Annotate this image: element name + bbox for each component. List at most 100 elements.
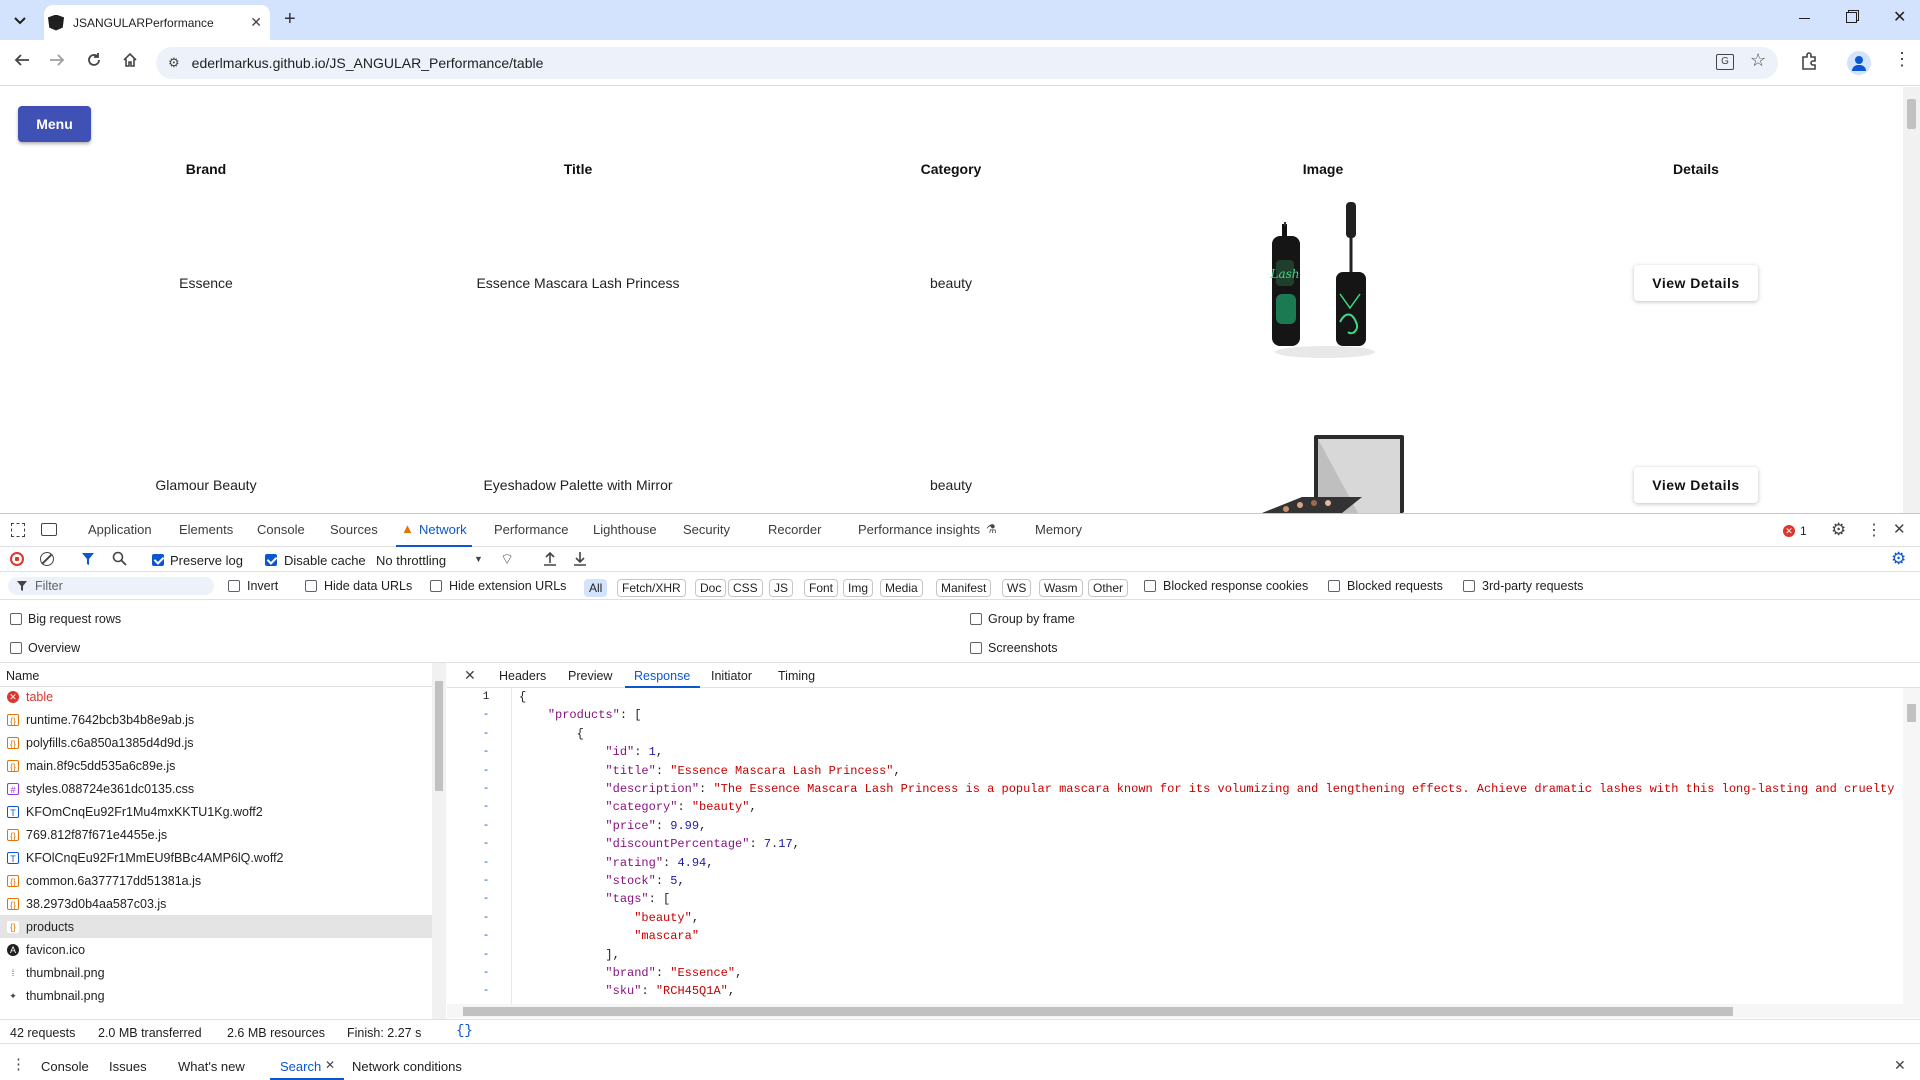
request-row[interactable]: ✦ thumbnail.png [0, 984, 432, 1007]
device-toolbar-icon[interactable] [41, 523, 57, 536]
tab-search-icon[interactable] [8, 9, 32, 33]
blocked-cookies-checkbox[interactable] [1144, 580, 1156, 592]
network-conditions-icon[interactable]: ⌔ [500, 550, 514, 569]
drawer-tab-search[interactable]: Search [280, 1059, 321, 1074]
request-row[interactable]: # styles.088724e361dc0135.css [0, 777, 432, 800]
tab-elements[interactable]: Elements [179, 522, 233, 537]
tab-sources[interactable]: Sources [330, 522, 378, 537]
tab-performance[interactable]: Performance [494, 522, 568, 537]
code-vscroll-thumb[interactable] [1907, 704, 1916, 722]
tab-recorder[interactable]: Recorder [768, 522, 821, 537]
request-row[interactable]: {} polyfills.c6a850a1385d4d9d.js [0, 731, 432, 754]
tab-console[interactable]: Console [257, 522, 305, 537]
filter-type-doc[interactable]: Doc [695, 579, 727, 597]
tab-memory[interactable]: Memory [1035, 522, 1082, 537]
clear-icon[interactable] [40, 552, 54, 566]
tab-network[interactable]: Network [419, 522, 467, 537]
site-info-icon[interactable]: ⚙ [168, 55, 180, 71]
close-detail-icon[interactable]: ✕ [464, 667, 476, 684]
drawer-close-icon[interactable]: ✕ [1894, 1057, 1906, 1074]
browser-menu-icon[interactable]: ⋮ [1893, 50, 1911, 68]
big-request-rows-checkbox[interactable] [10, 613, 22, 625]
code-horizontal-scrollbar[interactable] [447, 1004, 1903, 1018]
filter-input[interactable]: Filter [8, 577, 214, 595]
reload-icon[interactable] [86, 52, 102, 68]
inspect-element-icon[interactable] [11, 523, 25, 537]
minimize-icon[interactable] [1799, 18, 1810, 19]
filter-type-all[interactable]: All [584, 579, 608, 597]
error-count[interactable]: 1 [1800, 524, 1807, 538]
page-scrollbar[interactable] [1903, 87, 1920, 513]
forward-icon[interactable] [49, 52, 65, 68]
request-row[interactable]: ✕ table [0, 685, 432, 708]
translate-icon[interactable]: G [1716, 54, 1734, 70]
overview-checkbox[interactable] [10, 642, 22, 654]
request-row[interactable]: T KFOlCnqEu92Fr1MmEU9fBBc4AMP6lQ.woff2 [0, 846, 432, 869]
request-row[interactable]: {} main.8f9c5dd535a6c89e.js [0, 754, 432, 777]
filter-type-js[interactable]: JS [769, 579, 794, 597]
drawer-search-close-icon[interactable]: ✕ [325, 1058, 335, 1072]
error-icon[interactable]: ✕ [1783, 525, 1795, 537]
tab-application[interactable]: Application [88, 522, 152, 537]
request-row[interactable]: Afavicon.ico [0, 938, 432, 961]
disable-cache-checkbox[interactable] [265, 554, 277, 566]
page-scroll-thumb[interactable] [1907, 99, 1916, 129]
home-icon[interactable] [122, 52, 138, 68]
tab-lighthouse[interactable]: Lighthouse [593, 522, 657, 537]
extensions-icon[interactable] [1800, 52, 1818, 70]
screenshots-checkbox[interactable] [970, 642, 982, 654]
new-tab-icon[interactable]: + [284, 8, 296, 31]
detail-tab-initiator[interactable]: Initiator [711, 669, 752, 683]
code-vertical-scrollbar[interactable] [1903, 688, 1920, 1018]
drawer-tab-issues[interactable]: Issues [109, 1059, 147, 1074]
filter-funnel-icon[interactable] [81, 552, 95, 566]
back-icon[interactable] [14, 52, 30, 68]
throttling-dropdown-icon[interactable]: ▼ [474, 554, 483, 564]
preserve-log-checkbox[interactable] [152, 554, 164, 566]
tab-close-icon[interactable]: ✕ [250, 14, 262, 31]
devtools-more-icon[interactable]: ⋮ [1866, 520, 1882, 540]
export-har-icon[interactable] [573, 551, 587, 566]
search-icon[interactable] [112, 551, 127, 566]
browser-tab[interactable]: JSANGULARPerformance ✕ [44, 5, 270, 40]
filter-type-ws[interactable]: WS [1002, 579, 1032, 597]
hide-extension-urls-checkbox[interactable] [430, 580, 442, 592]
drawer-tab-console[interactable]: Console [41, 1059, 89, 1074]
window-close-icon[interactable]: ✕ [1893, 7, 1906, 27]
filter-type-manifest[interactable]: Manifest [936, 579, 992, 597]
request-list-scroll-thumb[interactable] [435, 681, 443, 791]
request-row[interactable]: {} 769.812f87f671e4455e.js [0, 823, 432, 846]
invert-checkbox[interactable] [228, 580, 240, 592]
filter-type-css[interactable]: CSS [728, 579, 763, 597]
drawer-tab-whats-new[interactable]: What's new [178, 1059, 245, 1074]
request-row[interactable]: {} common.6a377717dd51381a.js [0, 869, 432, 892]
devtools-settings-icon[interactable]: ⚙ [1831, 520, 1846, 540]
drawer-menu-icon[interactable]: ⋮ [11, 1055, 26, 1073]
request-row[interactable]: T KFOmCnqEu92Fr1Mu4mxKKTU1Kg.woff2 [0, 800, 432, 823]
drawer-tab-network-conditions[interactable]: Network conditions [352, 1059, 462, 1074]
hide-data-urls-checkbox[interactable] [305, 580, 317, 592]
profile-avatar-icon[interactable] [1847, 51, 1871, 75]
restore-icon[interactable] [1846, 12, 1857, 23]
name-column-header[interactable]: Name [0, 663, 432, 687]
filter-type-media[interactable]: Media [880, 579, 923, 597]
filter-type-img[interactable]: Img [843, 579, 874, 597]
request-row[interactable]: {} products [0, 915, 432, 938]
request-list-scrollbar[interactable] [432, 663, 446, 1019]
devtools-close-icon[interactable]: ✕ [1893, 520, 1906, 538]
detail-tab-preview[interactable]: Preview [568, 669, 612, 683]
tab-performance-insights[interactable]: Performance insights [858, 522, 980, 537]
response-code-view[interactable]: 1 {- "products": [- {- "id": 1, - "title":… [447, 688, 1904, 1004]
detail-tab-response[interactable]: Response [634, 669, 690, 683]
record-stop-icon[interactable] [10, 552, 24, 566]
row2-view-details-button[interactable]: View Details [1634, 467, 1758, 503]
pretty-print-icon[interactable]: {} [456, 1023, 473, 1039]
address-bar[interactable]: ⚙ ederlmarkus.github.io/JS_ANGULAR_Perfo… [156, 47, 1778, 79]
request-row[interactable]: ⁞ thumbnail.png [0, 961, 432, 984]
request-row[interactable]: {} 38.2973d0b4aa587c03.js [0, 892, 432, 915]
request-row[interactable]: {} runtime.7642bcb3b4b8e9ab.js [0, 708, 432, 731]
network-settings-icon[interactable]: ⚙ [1891, 549, 1906, 569]
filter-type-other[interactable]: Other [1088, 579, 1129, 597]
group-by-frame-checkbox[interactable] [970, 613, 982, 625]
tab-security[interactable]: Security [683, 522, 730, 537]
